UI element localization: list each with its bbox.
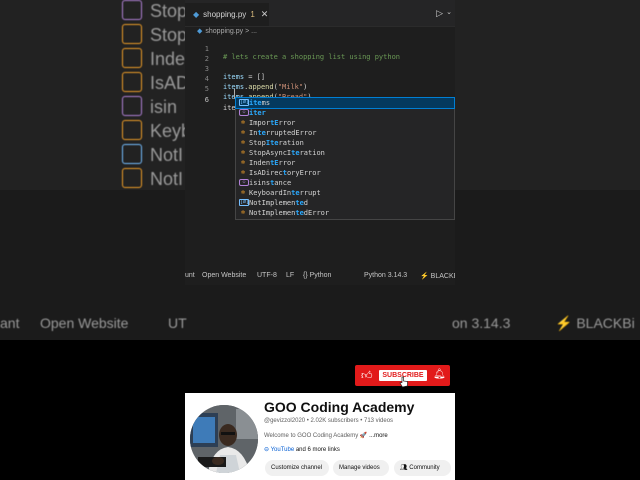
manage-videos-button[interactable]: Manage videos: [333, 460, 389, 476]
community-button[interactable]: 👥︎ Community: [394, 460, 451, 476]
tab-bar: ◆ shopping.py 1 ✕ ▷ ⌄: [185, 0, 455, 27]
youtube-link[interactable]: YouTube: [271, 447, 295, 453]
status-item-eol[interactable]: LF: [286, 272, 294, 279]
code-line[interactable]: 4 items.append("Milk"): [185, 67, 308, 91]
class-icon: ✲: [240, 168, 246, 176]
blurred-statusbar: ant Open Website UT on 3.14.3 ⚡ BLACKBi: [0, 315, 635, 331]
channel-meta: @gevizzol2020 • 2.02K subscribers • 713 …: [264, 418, 394, 424]
breadcrumb[interactable]: ◆ shopping.py > ...: [197, 27, 257, 35]
channel-card: GOO Coding Academy @gevizzol2020 • 2.02K…: [185, 393, 455, 480]
run-icon[interactable]: ▷: [436, 8, 443, 19]
code-line[interactable]: 1 # lets create a shopping list using py…: [185, 37, 400, 61]
close-tab-icon[interactable]: ✕: [261, 9, 269, 20]
suggestion-item[interactable]: ✲ NotImplementedError: [236, 208, 454, 218]
status-item-open-website[interactable]: Open Website: [202, 272, 246, 279]
code-line[interactable]: 2: [185, 47, 209, 63]
class-icon: ✲: [240, 158, 246, 166]
class-icon: ✲: [240, 208, 246, 216]
suggestion-item[interactable]: [ø] items: [235, 97, 455, 109]
ghost-item: Stop: [122, 24, 187, 46]
autocomplete-widget[interactable]: [ø] items ◇ iter ✲ ImportError ✲ Interru…: [235, 97, 455, 220]
suggestion-item[interactable]: ✲ KeyboardInterrupt: [236, 188, 454, 198]
class-icon: ✲: [240, 128, 246, 136]
suggestion-item[interactable]: ✲ IndentError: [236, 158, 454, 168]
bell-icon[interactable]: 🔔︎: [433, 369, 446, 380]
code-line[interactable]: 3 items = []: [185, 57, 265, 81]
class-icon: ✲: [240, 148, 246, 156]
class-icon: ✲: [240, 188, 246, 196]
chevron-down-icon[interactable]: ⌄: [446, 8, 452, 16]
ghost-item: Keyb: [122, 120, 191, 142]
tab-shopping-py[interactable]: ◆ shopping.py 1 ✕: [185, 3, 269, 26]
function-icon: ◇: [239, 109, 249, 116]
ghost-item: Stop: [122, 0, 187, 22]
python-file-icon: ◆: [197, 28, 203, 35]
ghost-item: IsAD: [122, 72, 189, 94]
variable-icon: [ø]: [239, 199, 250, 206]
ghost-item: NotI: [122, 168, 183, 190]
python-file-icon: ◆: [193, 10, 200, 19]
more-link[interactable]: ...more: [369, 433, 388, 439]
variable-icon: [ø]: [239, 99, 250, 106]
channel-links[interactable]: ⊖ YouTube and 6 more links: [264, 446, 340, 453]
people-icon: 👥︎: [400, 465, 408, 471]
customize-channel-button[interactable]: Customize channel: [265, 460, 329, 476]
problem-count-badge: 1: [250, 10, 255, 19]
suggestion-item[interactable]: ✲ InterruptedError: [236, 128, 454, 138]
suggestion-item[interactable]: ✲ StopAsyncIteration: [236, 148, 454, 158]
thumbs-up-icon[interactable]: 👍︎: [361, 369, 373, 382]
status-item-blackbox[interactable]: ⚡ BLACKB: [420, 272, 455, 280]
channel-description[interactable]: Welcome to GOO Coding Academy 🚀 ...more: [264, 432, 388, 439]
hand-pointer-icon: [399, 376, 408, 388]
suggestion-item[interactable]: ✲ IsADirectoryError: [236, 168, 454, 178]
channel-name: GOO Coding Academy: [264, 399, 415, 415]
tab-label: shopping.py: [203, 10, 247, 19]
status-item-encoding[interactable]: UTF-8: [257, 272, 277, 279]
suggestion-item[interactable]: ◇ isinstance: [236, 178, 454, 188]
status-item[interactable]: unt: [185, 272, 195, 279]
status-item-interpreter[interactable]: Python 3.14.3: [364, 272, 407, 279]
code-editor[interactable]: ◆ shopping.py 1 ✕ ▷ ⌄ ◆ shopping.py > ...…: [185, 0, 455, 285]
class-icon: ✲: [240, 118, 246, 126]
ghost-item: Inde: [122, 48, 185, 70]
suggestion-item[interactable]: ✲ StopIteration: [236, 138, 454, 148]
suggestion-item[interactable]: ✲ ImportError: [236, 118, 454, 128]
code-line[interactable]: 5 items.append("Bread"): [185, 77, 312, 101]
ghost-item: isin: [122, 96, 177, 118]
function-icon: ◇: [239, 179, 249, 186]
status-bar: unt Open Website UTF-8 LF {} Python Pyth…: [185, 270, 455, 282]
avatar-image: [190, 405, 258, 473]
suggestion-item[interactable]: [ø] NotImplemented: [236, 198, 454, 208]
ghost-item: NotI: [122, 144, 183, 166]
link-icon: ⊖: [264, 447, 270, 453]
suggestion-item[interactable]: ◇ iter: [236, 108, 454, 118]
status-item-language[interactable]: {} Python: [303, 272, 331, 279]
class-icon: ✲: [240, 138, 246, 146]
code-line-active[interactable]: 6 ite: [185, 88, 236, 112]
avatar[interactable]: [190, 405, 258, 473]
